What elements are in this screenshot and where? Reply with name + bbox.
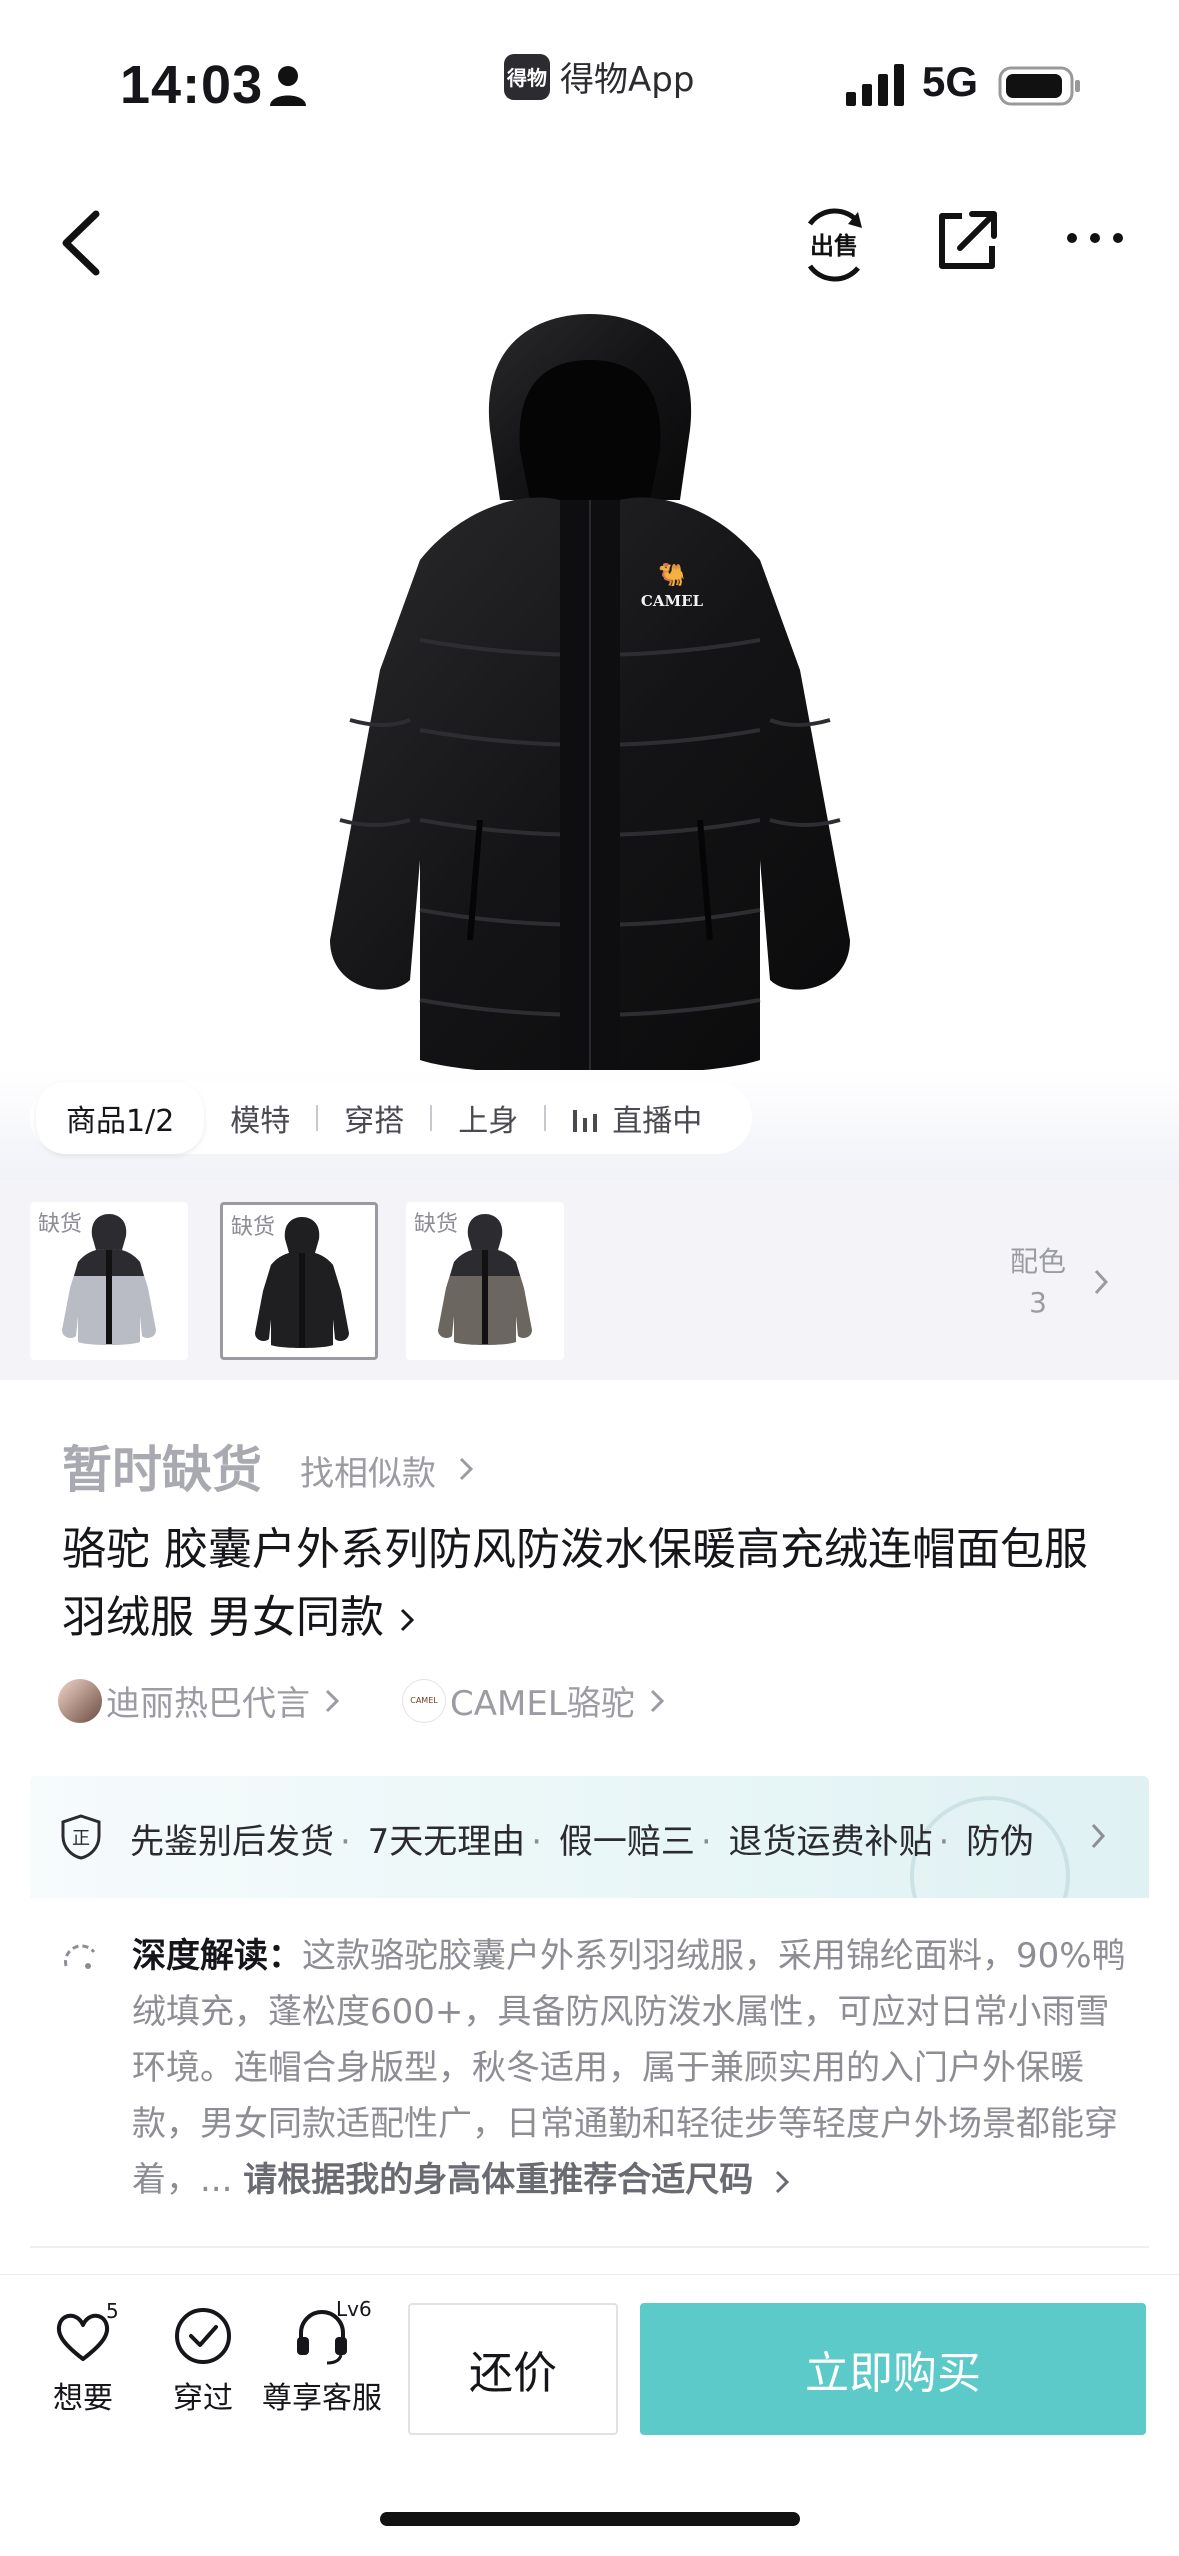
chevron-right-icon xyxy=(1094,1269,1109,1295)
network-type: 5G xyxy=(922,58,979,105)
guarantee-item: 防伪 xyxy=(966,1822,1035,1862)
product-title-text: 骆驼 胶囊户外系列防风防泼水保暖高充绒连帽面包服 羽绒服 男女同款 xyxy=(62,1524,1088,1643)
status-bar: 14:03 得物 得物App 5G xyxy=(0,0,1179,160)
guarantee-item: 7天无理由 xyxy=(367,1822,526,1862)
stock-status: 暂时缺货 xyxy=(62,1441,262,1499)
analysis-label: 深度解读： xyxy=(132,1936,302,1976)
heart-icon xyxy=(56,2313,110,2361)
divider xyxy=(30,2246,1149,2248)
deep-analysis[interactable]: 深度解读：这款骆驼胶囊户外系列羽绒服，采用锦纶面料，90%鸭绒填充，蓬松度600… xyxy=(30,1898,1149,2254)
check-circle-icon xyxy=(175,2308,231,2364)
svg-text:🐫: 🐫 xyxy=(658,562,685,588)
top-nav: 出售 xyxy=(0,190,1179,300)
jacket-illustration: 🐫 CAMEL xyxy=(330,314,850,1075)
chevron-right-icon xyxy=(775,2170,790,2193)
product-detail-page: 14:03 得物 得物App 5G 出售 🐫 CAMEL 商品1/2 模特 穿搭… xyxy=(0,0,1179,2556)
person-icon xyxy=(270,66,306,106)
size-recommend-link[interactable]: 请根据我的身高体重推荐合适尺码 xyxy=(243,2160,753,2200)
ambassador-text: 迪丽热巴代言 xyxy=(106,1684,310,1724)
chevron-right-icon xyxy=(1091,1823,1106,1849)
analysis-icon xyxy=(64,1944,96,1969)
source-app: 得物 得物App xyxy=(504,52,694,101)
analysis-text: 深度解读：这款骆驼胶囊户外系列羽绒服，采用锦纶面料，90%鸭绒填充，蓬松度600… xyxy=(132,1928,1132,2208)
brand-logo: CAMEL xyxy=(402,1678,446,1723)
product-title[interactable]: 骆驼 胶囊户外系列防风防泼水保暖高充绒连帽面包服 羽绒服 男女同款 xyxy=(62,1516,1122,1652)
color-swatch[interactable]: 缺货 xyxy=(406,1202,564,1360)
tab-live-label: 直播中 xyxy=(612,1104,703,1139)
more-icon[interactable] xyxy=(1064,226,1126,250)
customer-service-button[interactable]: Lv6 尊享客服 xyxy=(262,2297,382,2417)
app-name: 得物App xyxy=(560,60,695,100)
worn-button[interactable]: 穿过 xyxy=(148,2305,258,2417)
chevron-right-icon xyxy=(398,1584,418,1652)
guarantee-item: 假一赔三 xyxy=(558,1822,695,1862)
share-icon[interactable] xyxy=(932,206,1002,276)
out-of-stock-tag: 缺货 xyxy=(38,1212,83,1237)
sell-icon[interactable]: 出售 xyxy=(800,208,868,282)
buy-now-button[interactable]: 立即购买 xyxy=(640,2303,1146,2435)
color-swatch[interactable]: 缺货 xyxy=(30,1202,188,1360)
worn-label: 穿过 xyxy=(173,2381,233,2416)
want-label: 想要 xyxy=(53,2381,113,2416)
tab-product[interactable]: 商品1/2 xyxy=(36,1082,205,1154)
bargain-button[interactable]: 还价 xyxy=(408,2303,618,2435)
find-similar-link[interactable]: 找相似款 xyxy=(300,1446,436,1495)
color-swatch[interactable]: 缺货 xyxy=(220,1202,378,1360)
battery-icon xyxy=(998,66,1080,106)
tab-outfit[interactable]: 穿搭 xyxy=(318,1096,430,1140)
media-tabs: 商品1/2 模特 穿搭 上身 直播中 xyxy=(30,1082,753,1154)
home-indicator xyxy=(380,2512,800,2526)
signal-icon xyxy=(846,64,904,106)
guarantee-item: 先鉴别后发货 xyxy=(130,1822,334,1862)
tab-onbody[interactable]: 上身 xyxy=(432,1096,544,1140)
service-level: Lv6 xyxy=(336,2297,372,2321)
svg-text:正: 正 xyxy=(72,1828,90,1849)
want-count: 5 xyxy=(106,2299,119,2323)
app-logo-icon: 得物 xyxy=(504,53,550,100)
product-hero-image[interactable]: 🐫 CAMEL xyxy=(0,300,1179,1080)
out-of-stock-tag: 缺货 xyxy=(231,1215,276,1240)
hero-logo-text: CAMEL xyxy=(641,592,704,610)
avatar xyxy=(58,1678,102,1723)
status-time: 14:03 xyxy=(120,55,264,115)
svg-text:出售: 出售 xyxy=(810,232,858,260)
brand-name: CAMEL骆驼 xyxy=(450,1684,635,1724)
back-icon[interactable] xyxy=(52,208,112,278)
guarantee-text: 先鉴别后发货 · 7天无理由 · 假一赔三 · 退货运费补贴 · 防伪 xyxy=(130,1822,1035,1862)
colors-label: 配色 xyxy=(1010,1245,1067,1278)
service-label: 尊享客服 xyxy=(262,2381,382,2416)
guarantee-item: 退货运费补贴 xyxy=(728,1822,933,1862)
chevron-right-icon xyxy=(325,1689,340,1712)
tab-model[interactable]: 模特 xyxy=(204,1096,316,1140)
tab-live[interactable]: 直播中 xyxy=(546,1096,728,1140)
ambassador-link[interactable]: 迪丽热巴代言 xyxy=(58,1676,340,1725)
brand-link[interactable]: CAMEL CAMEL骆驼 xyxy=(402,1676,665,1725)
colors-link[interactable]: 配色 3 xyxy=(1010,1240,1066,1319)
out-of-stock-tag: 缺货 xyxy=(414,1212,459,1237)
colors-count: 3 xyxy=(1029,1286,1047,1319)
chevron-right-icon xyxy=(650,1689,664,1712)
chevron-right-icon xyxy=(459,1457,474,1481)
want-button[interactable]: 5 想要 xyxy=(28,2299,138,2417)
guarantee-bar[interactable]: 正 先鉴别后发货 · 7天无理由 · 假一赔三 · 退货运费补贴 · 防伪 xyxy=(30,1776,1149,1898)
product-info-card: 暂时缺货 找相似款 骆驼 胶囊户外系列防风防泼水保暖高充绒连帽面包服 羽绒服 男… xyxy=(30,1386,1149,1762)
live-bars-icon xyxy=(573,1110,598,1132)
shield-icon: 正 xyxy=(61,1814,101,1860)
